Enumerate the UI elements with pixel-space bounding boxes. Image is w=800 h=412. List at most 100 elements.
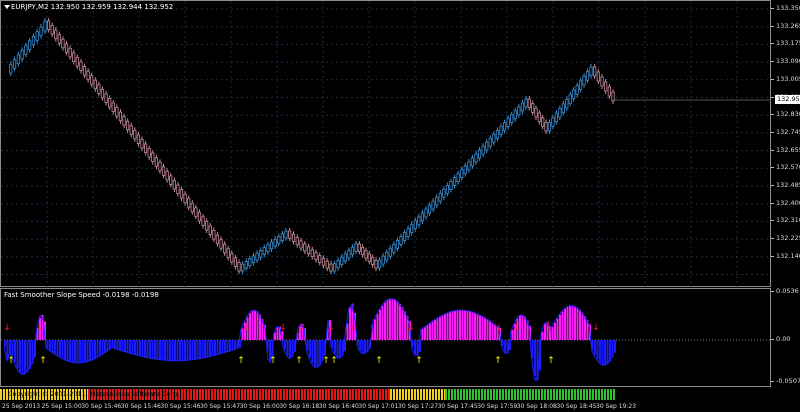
signal-bar bbox=[367, 389, 369, 400]
candle-body bbox=[367, 253, 371, 262]
signal-bar bbox=[358, 389, 360, 400]
histogram-bar bbox=[104, 340, 106, 354]
candle-body bbox=[593, 66, 597, 77]
signal-bar bbox=[553, 389, 555, 400]
candle-body bbox=[205, 221, 209, 231]
candle-body bbox=[377, 259, 382, 269]
chart-menu-icon[interactable] bbox=[4, 5, 10, 9]
time-tick-label: 30 Sep 17:59 bbox=[477, 403, 518, 410]
candle-body bbox=[417, 216, 421, 226]
signal-bar bbox=[493, 389, 495, 400]
candle-body bbox=[572, 89, 576, 100]
candle-body bbox=[9, 63, 13, 74]
signal-bar bbox=[187, 389, 189, 400]
signal-bar bbox=[298, 389, 300, 400]
histogram-bar bbox=[19, 340, 21, 372]
histogram-bar bbox=[111, 340, 114, 348]
histogram-bar bbox=[251, 310, 254, 340]
candle-body bbox=[477, 149, 482, 159]
signal-bar bbox=[402, 389, 404, 400]
signal-bar bbox=[390, 389, 392, 400]
signal-bar bbox=[355, 389, 357, 400]
candle-body bbox=[427, 204, 432, 214]
price-tick-label: 132.225 bbox=[776, 234, 800, 243]
time-tick-label: 25 Sep 15:00 bbox=[41, 403, 82, 410]
candle-body bbox=[445, 185, 450, 194]
candle-body bbox=[488, 137, 492, 147]
candle-body bbox=[31, 35, 36, 46]
signal-bar bbox=[420, 389, 422, 400]
candle-body bbox=[395, 240, 400, 249]
histogram-bar bbox=[461, 310, 464, 340]
candle-body bbox=[284, 230, 288, 239]
histogram-bar bbox=[206, 340, 209, 358]
candle-body bbox=[364, 250, 368, 259]
histogram-bar bbox=[144, 340, 146, 357]
buy-arrow-icon: ↑ bbox=[494, 356, 502, 366]
histogram-bar bbox=[576, 307, 579, 340]
signal-bar bbox=[190, 389, 192, 400]
histogram-bar bbox=[474, 312, 476, 340]
signal-bar bbox=[423, 389, 425, 400]
candle-body bbox=[554, 112, 558, 123]
candle-body bbox=[226, 248, 230, 258]
candle-body bbox=[280, 233, 284, 241]
candle-body bbox=[111, 102, 115, 112]
histogram-bar bbox=[186, 340, 189, 361]
sell-arrow-icon: ↓ bbox=[592, 323, 600, 333]
indicator-pane[interactable]: ↑ ↑ ↑ ↑ ↑ ↑ ↑ ↑ ↑ ↑ ↑ ↓ ↓ ↓ ↓ ↓ ↓ ↓ ↓ ↓ ↓ ↓ ↓ Fast Smoother Sl… bbox=[0, 288, 771, 387]
sell-arrow-icon: ↓ bbox=[3, 323, 11, 333]
candle-body bbox=[399, 236, 403, 245]
time-axis[interactable]: 25 Sep 2013 25 Sep 15:00 30 Sep 15:46 30 Se… bbox=[0, 401, 771, 412]
histogram-bar bbox=[221, 340, 224, 354]
signal-bar bbox=[496, 389, 498, 400]
signal-bar bbox=[304, 389, 306, 400]
signal-bar bbox=[193, 389, 195, 400]
candle-body bbox=[64, 43, 69, 53]
signal-bar bbox=[454, 389, 456, 400]
histogram-bar bbox=[486, 319, 489, 340]
candle-body bbox=[90, 75, 94, 85]
histogram-bar bbox=[504, 340, 506, 353]
candle-body bbox=[413, 220, 417, 230]
candle-body bbox=[438, 192, 442, 202]
histogram-bar bbox=[451, 311, 454, 340]
histogram-bar bbox=[464, 310, 466, 340]
candle-body bbox=[520, 102, 525, 112]
histogram-bar bbox=[386, 300, 389, 340]
signal-bar bbox=[478, 389, 480, 400]
histogram-bar bbox=[74, 340, 76, 363]
candle-body bbox=[329, 263, 333, 272]
sell-arrow-icon: ↓ bbox=[279, 323, 287, 333]
signal-bar bbox=[343, 389, 345, 400]
histogram-bar bbox=[219, 340, 221, 355]
buy-arrow-icon: ↑ bbox=[39, 356, 47, 366]
signal-bar bbox=[277, 389, 279, 400]
candle-body bbox=[544, 121, 548, 132]
histogram-bar bbox=[276, 327, 279, 340]
histogram-bar bbox=[174, 340, 176, 361]
signal-bar bbox=[426, 389, 428, 400]
candle-body bbox=[219, 239, 223, 249]
histogram-bar bbox=[116, 340, 119, 350]
signal-bar bbox=[250, 389, 252, 400]
histogram-bar bbox=[59, 340, 61, 357]
candle-body bbox=[108, 98, 112, 108]
signal-bar bbox=[441, 389, 443, 400]
candle-body bbox=[136, 134, 141, 144]
candle-body bbox=[100, 88, 105, 99]
price-chart-pane[interactable]: EURJPY,M2 132.950 132.959 132.944 132.95… bbox=[0, 0, 771, 288]
histogram-bar bbox=[311, 340, 314, 364]
indicator-axis[interactable]: 0.0536 0.00 -0.0507 bbox=[771, 287, 800, 387]
sell-arrow-icon: ↓ bbox=[545, 323, 553, 333]
histogram-bar bbox=[359, 340, 361, 351]
histogram-bar bbox=[99, 340, 101, 357]
candle-body bbox=[510, 114, 514, 124]
candle-body bbox=[499, 126, 503, 135]
signal-bar bbox=[199, 389, 201, 400]
price-axis[interactable]: 133.350 133.265 133.175 133.090 133.005 132.9… bbox=[771, 0, 800, 287]
signal-bar bbox=[307, 389, 309, 400]
signal-bar bbox=[349, 389, 351, 400]
price-tick-label: 133.350 bbox=[776, 4, 800, 12]
histogram-bar bbox=[191, 340, 194, 360]
